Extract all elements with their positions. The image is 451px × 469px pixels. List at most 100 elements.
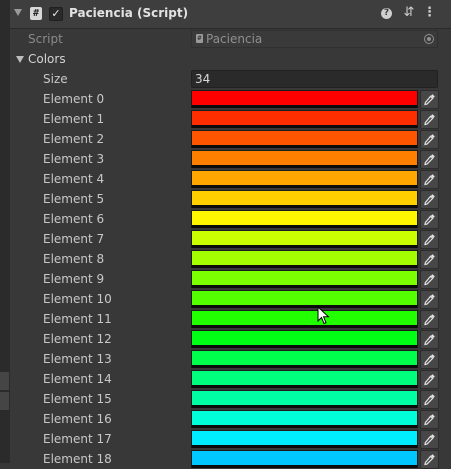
colors-label: Colors bbox=[28, 52, 66, 66]
eyedropper-icon[interactable] bbox=[420, 450, 439, 469]
element-label: Element 9 bbox=[43, 272, 105, 286]
element-label: Element 3 bbox=[43, 152, 105, 166]
eyedropper-icon[interactable] bbox=[420, 250, 439, 269]
eyedropper-icon[interactable] bbox=[420, 350, 439, 369]
element-label: Element 17 bbox=[43, 432, 112, 446]
element-label: Element 14 bbox=[43, 372, 112, 386]
foldout-arrow-icon[interactable] bbox=[16, 56, 24, 63]
color-swatch-field[interactable] bbox=[191, 350, 418, 368]
element-label: Element 12 bbox=[43, 332, 112, 346]
script-label: Script bbox=[28, 32, 63, 46]
eyedropper-icon[interactable] bbox=[420, 290, 439, 309]
color-element-row: Element 15 bbox=[10, 389, 451, 409]
colors-foldout[interactable]: Colors bbox=[10, 49, 451, 69]
color-swatch-field[interactable] bbox=[191, 90, 418, 108]
eyedropper-icon[interactable] bbox=[420, 430, 439, 449]
eyedropper-icon[interactable] bbox=[420, 330, 439, 349]
element-label: Element 4 bbox=[43, 172, 105, 186]
script-object-field[interactable]: # Paciencia bbox=[191, 30, 438, 48]
color-swatch-field[interactable] bbox=[191, 130, 418, 148]
color-element-row: Element 8 bbox=[10, 249, 451, 269]
color-element-row: Element 17 bbox=[10, 429, 451, 449]
size-row: Size 34 bbox=[10, 69, 451, 89]
eyedropper-icon[interactable] bbox=[420, 150, 439, 169]
eyedropper-icon[interactable] bbox=[420, 410, 439, 429]
element-label: Element 13 bbox=[43, 352, 112, 366]
left-panel-notch bbox=[0, 392, 9, 410]
element-label: Element 7 bbox=[43, 232, 105, 246]
component-enabled-checkbox[interactable]: ✓ bbox=[49, 7, 63, 21]
inspector-panel: # ✓ Paciencia (Script) ? ⇵ ⋮ Script # Pa… bbox=[10, 0, 451, 469]
mouse-cursor-icon bbox=[317, 306, 330, 325]
element-label: Element 1 bbox=[43, 112, 105, 126]
color-element-row: Element 7 bbox=[10, 229, 451, 249]
color-swatch-field[interactable] bbox=[191, 210, 418, 228]
element-label: Element 6 bbox=[43, 212, 105, 226]
color-element-row: Element 16 bbox=[10, 409, 451, 429]
color-element-row: Element 14 bbox=[10, 369, 451, 389]
element-label: Element 11 bbox=[43, 312, 112, 326]
script-file-icon: # bbox=[196, 34, 203, 43]
color-swatch-field[interactable] bbox=[191, 150, 418, 168]
color-element-row: Element 10 bbox=[10, 289, 451, 309]
color-swatch-field[interactable] bbox=[191, 310, 418, 328]
help-icon[interactable]: ? bbox=[381, 8, 392, 19]
component-header[interactable]: # ✓ Paciencia (Script) ? ⇵ ⋮ bbox=[10, 0, 451, 29]
context-menu-icon[interactable]: ⋮ bbox=[422, 6, 436, 20]
color-element-row: Element 11 bbox=[10, 309, 451, 329]
color-element-row: Element 13 bbox=[10, 349, 451, 369]
element-label: Element 2 bbox=[43, 132, 105, 146]
color-swatch-field[interactable] bbox=[191, 370, 418, 388]
size-input[interactable]: 34 bbox=[191, 70, 438, 88]
color-element-row: Element 5 bbox=[10, 189, 451, 209]
eyedropper-icon[interactable] bbox=[420, 130, 439, 149]
component-title: Paciencia (Script) bbox=[69, 6, 189, 20]
script-icon: # bbox=[30, 7, 42, 20]
fold-arrow-icon[interactable] bbox=[14, 9, 22, 16]
color-swatch-field[interactable] bbox=[191, 110, 418, 128]
script-field-value: Paciencia bbox=[206, 32, 263, 46]
color-swatch-field[interactable] bbox=[191, 270, 418, 288]
color-swatch-field[interactable] bbox=[191, 330, 418, 348]
eyedropper-icon[interactable] bbox=[420, 390, 439, 409]
color-element-row: Element 3 bbox=[10, 149, 451, 169]
element-label: Element 8 bbox=[43, 252, 105, 266]
color-element-row: Element 6 bbox=[10, 209, 451, 229]
color-swatch-field[interactable] bbox=[191, 430, 418, 448]
color-swatch-field[interactable] bbox=[191, 230, 418, 248]
color-element-row: Element 4 bbox=[10, 169, 451, 189]
script-row: Script # Paciencia bbox=[10, 29, 451, 49]
element-label: Element 10 bbox=[43, 292, 112, 306]
color-element-row: Element 2 bbox=[10, 129, 451, 149]
presets-icon[interactable]: ⇵ bbox=[402, 6, 416, 20]
eyedropper-icon[interactable] bbox=[420, 370, 439, 389]
eyedropper-icon[interactable] bbox=[420, 230, 439, 249]
element-label: Element 18 bbox=[43, 452, 112, 466]
color-swatch-field[interactable] bbox=[191, 190, 418, 208]
color-swatch-field[interactable] bbox=[191, 290, 418, 308]
color-swatch-field[interactable] bbox=[191, 170, 418, 188]
color-element-row: Element 0 bbox=[10, 89, 451, 109]
size-label: Size bbox=[43, 72, 68, 86]
color-swatch-field[interactable] bbox=[191, 450, 418, 468]
color-element-row: Element 1 bbox=[10, 109, 451, 129]
color-swatch-field[interactable] bbox=[191, 250, 418, 268]
color-element-row: Element 9 bbox=[10, 269, 451, 289]
color-element-row: Element 12 bbox=[10, 329, 451, 349]
color-element-row: Element 18 bbox=[10, 449, 451, 469]
element-label: Element 16 bbox=[43, 412, 112, 426]
element-label: Element 0 bbox=[43, 92, 105, 106]
eyedropper-icon[interactable] bbox=[420, 190, 439, 209]
eyedropper-icon[interactable] bbox=[420, 110, 439, 129]
color-swatch-field[interactable] bbox=[191, 410, 418, 428]
color-swatch-field[interactable] bbox=[191, 390, 418, 408]
element-label: Element 15 bbox=[43, 392, 112, 406]
eyedropper-icon[interactable] bbox=[420, 210, 439, 229]
size-value: 34 bbox=[195, 72, 211, 86]
eyedropper-icon[interactable] bbox=[420, 270, 439, 289]
element-label: Element 5 bbox=[43, 192, 105, 206]
eyedropper-icon[interactable] bbox=[420, 170, 439, 189]
eyedropper-icon[interactable] bbox=[420, 90, 439, 109]
eyedropper-icon[interactable] bbox=[420, 310, 439, 329]
object-picker-icon[interactable] bbox=[424, 34, 434, 44]
